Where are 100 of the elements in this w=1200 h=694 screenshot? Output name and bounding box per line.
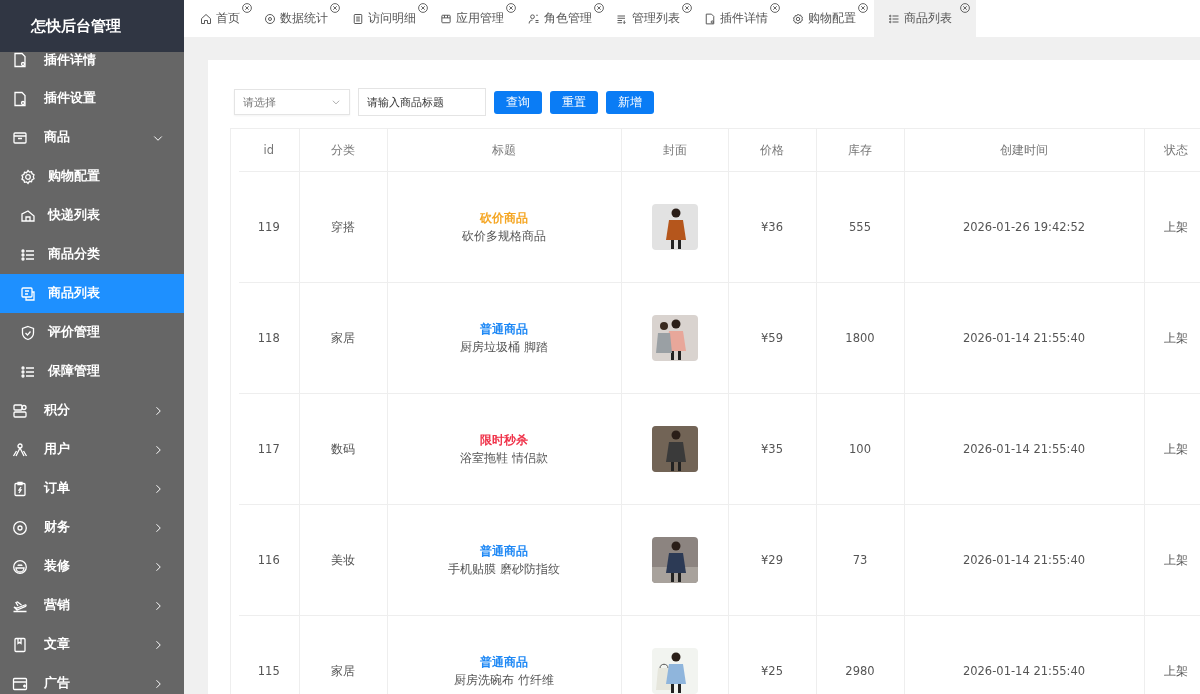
- menu-item[interactable]: 用户: [0, 430, 184, 469]
- close-icon[interactable]: [682, 3, 692, 13]
- column-header: 标题: [387, 129, 621, 172]
- column-header: 分类: [299, 129, 387, 172]
- table-cell: 116: [239, 504, 299, 616]
- gear-icon: [792, 12, 804, 25]
- product-title: 手机贴膜 磨砂防指纹: [447, 562, 561, 577]
- table-cell: 家居: [299, 282, 387, 394]
- close-icon[interactable]: [770, 3, 780, 13]
- product-type-label: 普通商品: [480, 543, 528, 560]
- table-cell: 118: [239, 282, 299, 394]
- gear-icon: [20, 168, 36, 185]
- menu-item[interactable]: 财务: [0, 508, 184, 547]
- card-icon: [12, 402, 28, 419]
- close-icon[interactable]: [418, 3, 428, 13]
- close-icon[interactable]: [594, 3, 604, 13]
- close-icon[interactable]: [960, 3, 970, 13]
- close-icon[interactable]: [242, 3, 252, 13]
- table-cell: 上架: [1144, 282, 1200, 394]
- table-cell: 上架: [1144, 504, 1200, 616]
- target-icon: [264, 12, 276, 25]
- table-cell: 2026-01-14 21:55:40: [904, 393, 1144, 505]
- document-icon: [352, 12, 364, 25]
- menu-item[interactable]: 购物配置: [0, 157, 184, 196]
- table-cell: 家居: [299, 615, 387, 694]
- menu-item[interactable]: 营销: [0, 586, 184, 625]
- table-cell: 2026-01-26 19:42:52: [904, 171, 1144, 283]
- page-tab[interactable]: 首页: [194, 0, 258, 37]
- clipboard-icon: [12, 480, 28, 497]
- action-button[interactable]: 查询: [494, 90, 542, 114]
- page-tab[interactable]: 应用管理: [434, 0, 522, 37]
- column-header: 创建时间: [904, 129, 1144, 172]
- menu-item[interactable]: 快递列表: [0, 196, 184, 235]
- product-title: 浴室拖鞋 情侣款: [459, 451, 549, 466]
- category-select[interactable]: 请选择: [234, 89, 350, 115]
- close-icon[interactable]: [858, 3, 868, 13]
- column-header: 状态: [1144, 129, 1200, 172]
- bookmark-icon: [12, 636, 28, 653]
- table-cell: 数码: [299, 393, 387, 505]
- menu-item[interactable]: 装修: [0, 547, 184, 586]
- action-button[interactable]: 重置: [550, 90, 598, 114]
- column-header: 封面: [621, 129, 728, 172]
- home-icon: [200, 12, 212, 25]
- menu-item[interactable]: 评价管理: [0, 313, 184, 352]
- menu-item[interactable]: 订单: [0, 469, 184, 508]
- menu-item[interactable]: 插件详情: [0, 52, 184, 79]
- menu-item[interactable]: 广告: [0, 664, 184, 694]
- menu-item[interactable]: 商品列表: [0, 274, 184, 313]
- table-cell: 2026-01-14 21:55:40: [904, 504, 1144, 616]
- product-type-label: 限时秒杀: [480, 432, 528, 449]
- table-cell: 穿搭: [299, 171, 387, 283]
- page-tab[interactable]: 商品列表: [874, 0, 976, 37]
- page-tab[interactable]: 角色管理: [522, 0, 610, 37]
- table-cell: 555: [816, 171, 904, 283]
- product-type-label: 砍价商品: [480, 210, 528, 227]
- list-icon: [888, 12, 900, 25]
- chevron-down-icon: [331, 97, 341, 107]
- page-tab[interactable]: 购物配置: [786, 0, 874, 37]
- product-title: 厨房垃圾桶 脚踏: [459, 340, 549, 355]
- table-cell: 上架: [1144, 171, 1200, 283]
- product-type-label: 普通商品: [480, 321, 528, 338]
- page-tab[interactable]: 插件详情: [698, 0, 786, 37]
- product-type-label: 普通商品: [480, 654, 528, 671]
- close-icon[interactable]: [330, 3, 340, 13]
- document-icon: [12, 52, 28, 68]
- column-header: id: [239, 129, 299, 172]
- box-icon: [12, 129, 28, 146]
- menu-item[interactable]: 积分: [0, 391, 184, 430]
- action-button[interactable]: 新增: [606, 90, 654, 114]
- column-header: 库存: [816, 129, 904, 172]
- table-cell: 73: [816, 504, 904, 616]
- menu-item[interactable]: 商品分类: [0, 235, 184, 274]
- table-cell: 117: [239, 393, 299, 505]
- page-tab[interactable]: 数据统计: [258, 0, 346, 37]
- document-icon: [704, 12, 716, 25]
- table-cell: 100: [816, 393, 904, 505]
- column-header: 价格: [728, 129, 816, 172]
- menu-item[interactable]: 插件设置: [0, 79, 184, 118]
- table-cell: 115: [239, 615, 299, 694]
- table-cell: 2026-01-14 21:55:40: [904, 282, 1144, 394]
- comment-icon: [20, 285, 36, 302]
- people-icon: [12, 441, 28, 458]
- close-icon[interactable]: [506, 3, 516, 13]
- menu-item[interactable]: 文章: [0, 625, 184, 664]
- table-cell: ¥36: [728, 171, 816, 283]
- page-tab[interactable]: 管理列表: [610, 0, 698, 37]
- table-cell: 2026-01-14 21:55:40: [904, 615, 1144, 694]
- product-title: 砍价多规格商品: [461, 229, 547, 244]
- sort-list-icon: [616, 12, 628, 25]
- table-cell: ¥25: [728, 615, 816, 694]
- title-search-field[interactable]: 请输入商品标题: [358, 88, 486, 116]
- disc-icon: [12, 519, 28, 536]
- menu-item[interactable]: 商品: [0, 118, 184, 157]
- table-cell: 上架: [1144, 615, 1200, 694]
- table-cell: 美妆: [299, 504, 387, 616]
- product-title: 厨房洗碗布 竹纤维: [453, 673, 555, 688]
- window-icon: [12, 675, 28, 692]
- page-tab[interactable]: 访问明细: [346, 0, 434, 37]
- menu-item[interactable]: 保障管理: [0, 352, 184, 391]
- document-icon: [12, 90, 28, 107]
